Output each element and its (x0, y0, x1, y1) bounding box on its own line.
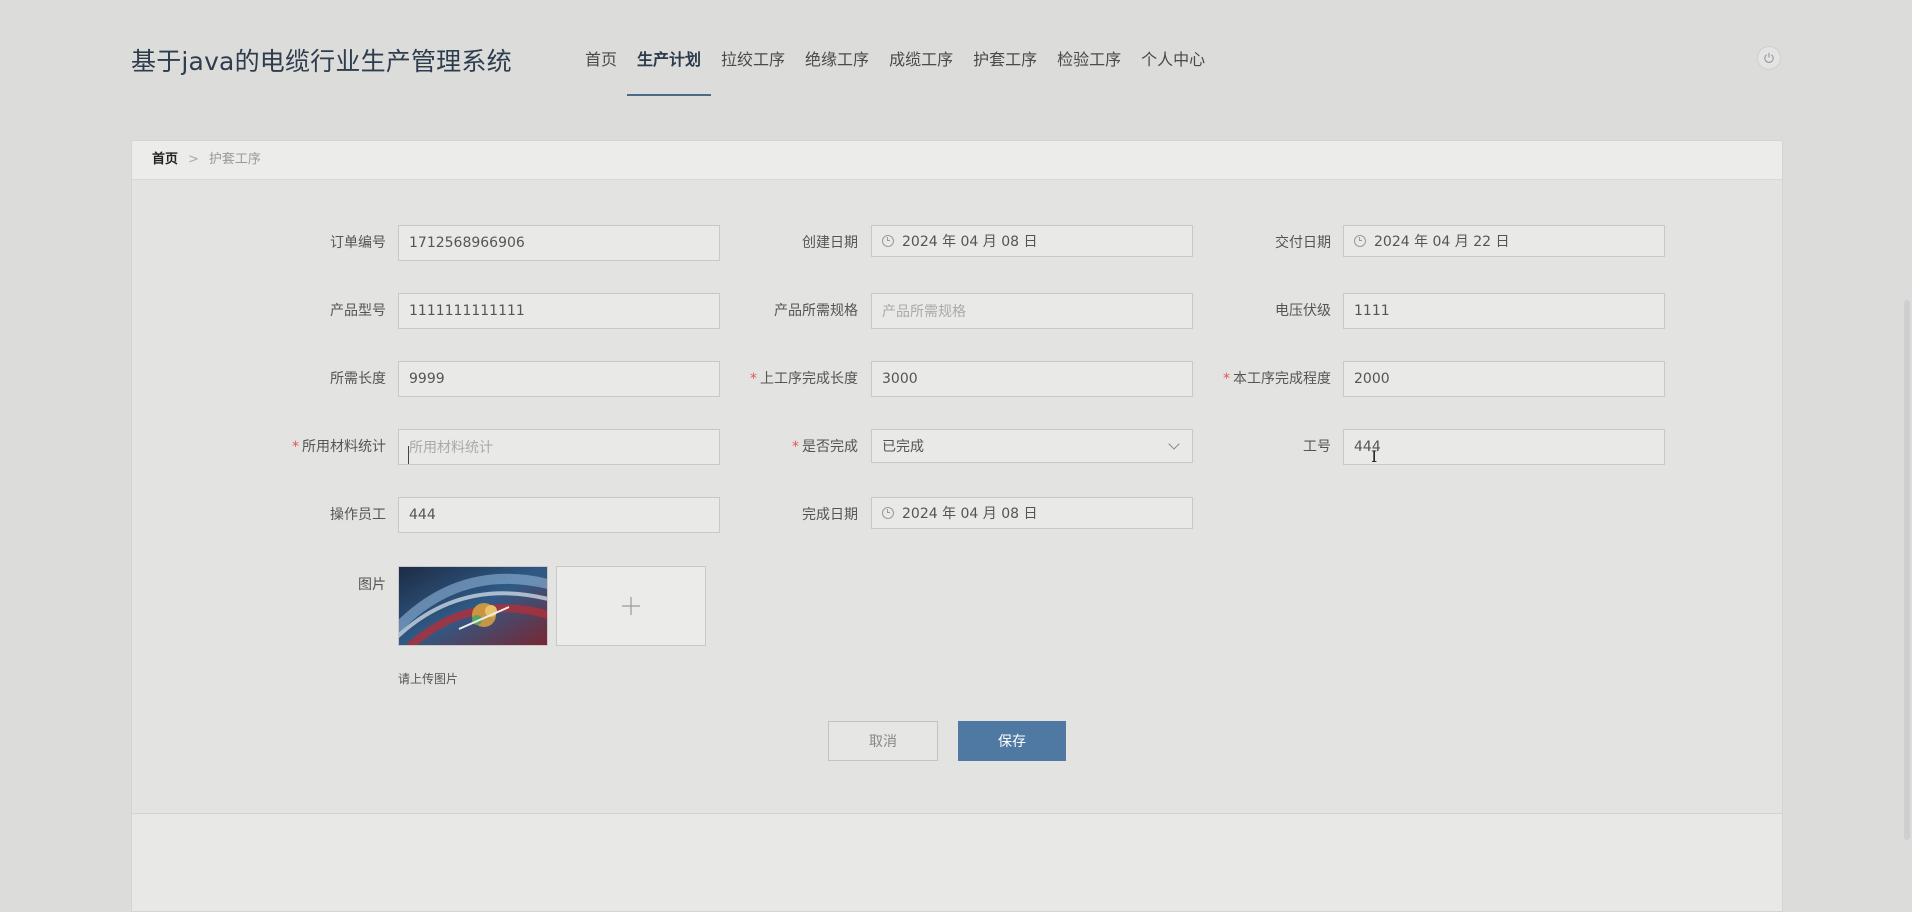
voltage-label: 电压伏级 (1275, 303, 1331, 319)
nav-stranding[interactable]: 拉绞工序 (711, 0, 795, 96)
this-progress-value: 2000 (1354, 371, 1390, 387)
product-model-input[interactable]: 1111111111111 (398, 293, 720, 329)
upload-image-button[interactable] (556, 566, 706, 646)
breadcrumb-current: 护套工序 (208, 152, 261, 167)
main-nav: 首页 生产计划 拉绞工序 绝缘工序 成缆工序 护套工序 检验工序 个人中心 (575, 0, 1215, 96)
required-mark: * (292, 439, 299, 455)
voltage-value: 1111 (1354, 303, 1390, 319)
logout-button[interactable] (1757, 46, 1781, 70)
is-done-select[interactable]: 已完成 (871, 429, 1193, 463)
page-scrollbar[interactable] (1904, 300, 1910, 840)
nav-production-plan[interactable]: 生产计划 (627, 0, 712, 96)
order-no-label: 订单编号 (330, 235, 386, 251)
create-date-picker[interactable]: 2024 年 04 月 08 日 (871, 225, 1193, 257)
required-length-label: 所需长度 (330, 371, 386, 387)
material-stats-label: * 所用材料统计 (206, 436, 386, 456)
is-done-label-text: 是否完成 (802, 439, 858, 455)
material-stats-placeholder: 所用材料统计 (409, 440, 493, 456)
operator-label: 操作员工 (330, 507, 386, 523)
text-cursor-icon: I (1371, 447, 1378, 466)
material-stats-input[interactable]: 所用材料统计 (398, 429, 720, 465)
save-button[interactable]: 保存 (958, 721, 1066, 761)
clock-icon (1354, 235, 1366, 247)
is-done-label: * 是否完成 (678, 436, 858, 456)
order-no-input[interactable]: 1712568966906 (398, 225, 720, 261)
breadcrumb: 首页 > 护套工序 (132, 141, 1782, 180)
this-progress-label-text: 本工序完成程度 (1233, 371, 1331, 387)
nav-home[interactable]: 首页 (575, 0, 627, 96)
product-spec-placeholder: 产品所需规格 (882, 304, 966, 320)
required-mark: * (750, 371, 757, 387)
operator-value: 444 (409, 507, 436, 523)
breadcrumb-separator: > (188, 152, 199, 167)
prev-length-value: 3000 (882, 371, 918, 387)
breadcrumb-home[interactable]: 首页 (152, 152, 178, 167)
nav-cabling[interactable]: 成缆工序 (879, 0, 963, 96)
nav-personal-center[interactable]: 个人中心 (1131, 0, 1215, 96)
work-no-input[interactable]: 444 (1343, 429, 1665, 465)
finish-date-picker[interactable]: 2024 年 04 月 08 日 (871, 497, 1193, 529)
product-model-value: 1111111111111 (409, 303, 525, 319)
upload-hint: 请上传图片 (398, 672, 459, 686)
picture-label: 图片 (358, 577, 386, 593)
material-stats-label-text: 所用材料统计 (302, 439, 386, 455)
is-done-value: 已完成 (882, 439, 924, 455)
plus-icon (622, 597, 640, 615)
work-no-value: 444 (1354, 439, 1381, 455)
required-mark: * (792, 439, 799, 455)
prev-length-input[interactable]: 3000 (871, 361, 1193, 397)
product-spec-input[interactable]: 产品所需规格 (871, 293, 1193, 329)
cancel-button[interactable]: 取消 (828, 721, 938, 761)
order-no-value: 1712568966906 (409, 235, 525, 251)
clock-icon (882, 235, 894, 247)
this-progress-label: * 本工序完成程度 (1151, 368, 1331, 388)
prev-length-label: * 上工序完成长度 (678, 368, 858, 388)
required-length-value: 9999 (409, 371, 445, 387)
voltage-input[interactable]: 1111 (1343, 293, 1665, 329)
work-no-label: 工号 (1303, 439, 1331, 455)
text-caret (408, 446, 409, 464)
power-icon (1764, 52, 1774, 63)
prev-length-label-text: 上工序完成长度 (760, 371, 858, 387)
required-length-input[interactable]: 9999 (398, 361, 720, 397)
clock-icon (882, 507, 894, 519)
app-title: 基于java的电缆行业生产管理系统 (131, 47, 512, 76)
uploaded-cable-image[interactable] (398, 566, 548, 646)
operator-input[interactable]: 444 (398, 497, 720, 533)
nav-sheathing[interactable]: 护套工序 (963, 0, 1047, 96)
delivery-date-picker[interactable]: 2024 年 04 月 22 日 (1343, 225, 1665, 257)
finish-date-label: 完成日期 (802, 507, 858, 523)
create-date-label: 创建日期 (802, 235, 858, 251)
required-mark: * (1223, 371, 1230, 387)
product-spec-label: 产品所需规格 (774, 303, 858, 319)
nav-insulation[interactable]: 绝缘工序 (795, 0, 879, 96)
delivery-date-label: 交付日期 (1275, 235, 1331, 251)
finish-date-value: 2024 年 04 月 08 日 (902, 506, 1038, 522)
delivery-date-value: 2024 年 04 月 22 日 (1374, 234, 1510, 250)
cable-image (399, 567, 547, 645)
this-progress-input[interactable]: 2000 (1343, 361, 1665, 397)
product-model-label: 产品型号 (330, 303, 386, 319)
nav-inspection[interactable]: 检验工序 (1047, 0, 1131, 96)
create-date-value: 2024 年 04 月 08 日 (902, 234, 1038, 250)
